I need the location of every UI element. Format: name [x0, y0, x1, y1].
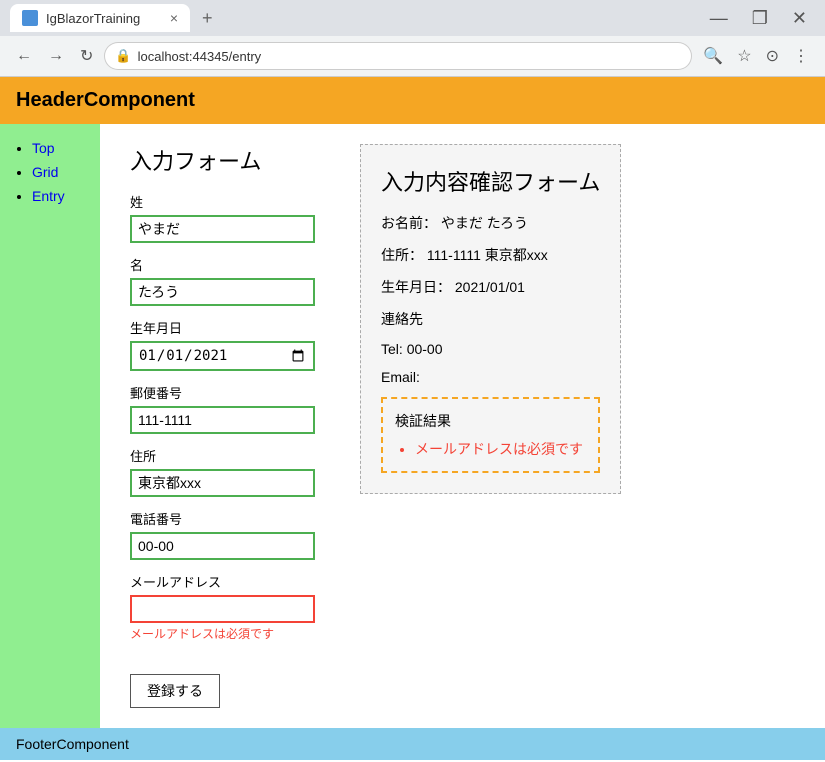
app-footer: FooterComponent: [0, 728, 825, 760]
first-name-input[interactable]: [130, 278, 315, 306]
postal-code-label: 郵便番号: [130, 383, 330, 402]
confirm-address: 住所： 111-1111 東京都xxx: [381, 245, 600, 265]
sidebar-nav: Top Grid Entry: [16, 140, 84, 204]
validation-box: 検証結果 メールアドレスは必須です: [381, 397, 600, 473]
bookmark-icon[interactable]: ☆: [733, 42, 755, 70]
app-body: Top Grid Entry 入力フォーム 姓 名: [0, 124, 825, 728]
browser-chrome: IgBlazorTraining × + — ❐ ✕ ← → ↻ 🔒 local…: [0, 0, 825, 77]
address-input[interactable]: [130, 469, 315, 497]
app-header: HeaderComponent: [0, 77, 825, 124]
postal-code-input[interactable]: [130, 406, 315, 434]
confirm-address-value: 111-1111 東京都xxx: [427, 247, 548, 263]
new-tab-button[interactable]: +: [190, 2, 225, 35]
form-group-postal-code: 郵便番号: [130, 383, 330, 434]
close-button[interactable]: ✕: [784, 8, 815, 29]
last-name-label: 姓: [130, 192, 330, 211]
confirm-tel-label: Tel:: [381, 341, 403, 357]
form-group-address: 住所: [130, 446, 330, 497]
header-title: HeaderComponent: [16, 89, 195, 111]
confirm-name: お名前： やまだ たろう: [381, 213, 600, 233]
forward-button[interactable]: →: [44, 43, 68, 69]
form-group-email: メールアドレス メールアドレスは必須です: [130, 572, 330, 642]
sidebar-item-grid[interactable]: Grid: [32, 164, 84, 180]
reload-button[interactable]: ↻: [76, 42, 97, 70]
browser-tab[interactable]: IgBlazorTraining ×: [10, 4, 190, 32]
title-bar: IgBlazorTraining × + — ❐ ✕: [0, 0, 825, 36]
confirm-address-label: 住所：: [381, 247, 423, 263]
minimize-button[interactable]: —: [702, 8, 736, 29]
form-group-first-name: 名: [130, 255, 330, 306]
sidebar: Top Grid Entry: [0, 124, 100, 728]
window-controls: — ❐ ✕: [702, 8, 815, 29]
email-label: メールアドレス: [130, 572, 330, 591]
sidebar-item-entry[interactable]: Entry: [32, 188, 84, 204]
form-group-phone: 電話番号: [130, 509, 330, 560]
menu-icon[interactable]: ⋮: [789, 42, 813, 70]
main-content: 入力フォーム 姓 名 生年月日 郵便番号: [100, 124, 825, 728]
address-bar: ← → ↻ 🔒 localhost:44345/entry 🔍 ☆ ⊙ ⋮: [0, 36, 825, 76]
tab-title: IgBlazorTraining: [46, 11, 162, 26]
maximize-button[interactable]: ❐: [744, 8, 776, 29]
confirm-birthdate-label: 生年月日：: [381, 279, 451, 295]
address-actions: 🔍 ☆ ⊙ ⋮: [699, 42, 813, 70]
confirm-tel-value: 00-00: [407, 341, 443, 357]
address-label: 住所: [130, 446, 330, 465]
sidebar-item-top[interactable]: Top: [32, 140, 84, 156]
phone-input[interactable]: [130, 532, 315, 560]
tab-favicon: [22, 10, 38, 26]
sidebar-link-entry[interactable]: Entry: [32, 188, 65, 204]
birth-date-input[interactable]: [130, 341, 315, 371]
confirm-panel: 入力内容確認フォーム お名前： やまだ たろう 住所： 111-1111 東京都…: [360, 144, 621, 494]
input-form: 入力フォーム 姓 名 生年月日 郵便番号: [130, 144, 330, 708]
input-form-title: 入力フォーム: [130, 144, 330, 176]
confirm-title: 入力内容確認フォーム: [381, 165, 600, 197]
footer-title: FooterComponent: [16, 736, 129, 752]
first-name-label: 名: [130, 255, 330, 274]
birth-date-label: 生年月日: [130, 318, 330, 337]
confirm-contact-title: 連絡先: [381, 309, 600, 329]
confirm-tel: Tel: 00-00: [381, 341, 600, 357]
phone-label: 電話番号: [130, 509, 330, 528]
confirm-name-label: お名前：: [381, 215, 437, 231]
form-group-birth-date: 生年月日: [130, 318, 330, 371]
validation-error-list: メールアドレスは必須です: [395, 439, 586, 459]
confirm-birthdate-value: 2021/01/01: [455, 279, 525, 295]
validation-error-item: メールアドレスは必須です: [415, 439, 586, 459]
sidebar-link-top[interactable]: Top: [32, 140, 55, 156]
confirm-name-value: やまだ たろう: [441, 215, 528, 231]
sidebar-link-grid[interactable]: Grid: [32, 164, 58, 180]
confirm-birthdate: 生年月日： 2021/01/01: [381, 277, 600, 297]
form-group-last-name: 姓: [130, 192, 330, 243]
confirm-email-label: Email:: [381, 369, 600, 385]
address-text: localhost:44345/entry: [138, 49, 262, 64]
lock-icon: 🔒: [115, 48, 131, 64]
back-button[interactable]: ←: [12, 43, 36, 69]
tab-close-icon[interactable]: ×: [170, 10, 178, 26]
last-name-input[interactable]: [130, 215, 315, 243]
profile-icon[interactable]: ⊙: [762, 42, 783, 70]
email-input[interactable]: [130, 595, 315, 623]
address-input-container[interactable]: 🔒 localhost:44345/entry: [105, 43, 691, 69]
validation-title: 検証結果: [395, 411, 586, 431]
email-error-text: メールアドレスは必須です: [130, 625, 330, 642]
search-icon[interactable]: 🔍: [699, 42, 727, 70]
submit-button[interactable]: 登録する: [130, 674, 220, 708]
